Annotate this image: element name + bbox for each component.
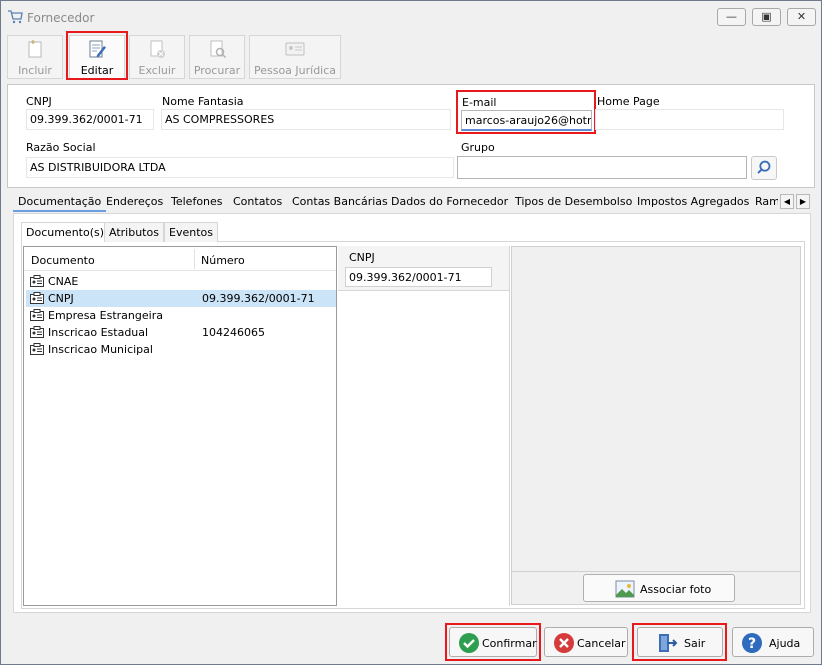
home-page-field[interactable] bbox=[595, 109, 784, 130]
procurar-button[interactable]: Procurar bbox=[189, 35, 245, 79]
title-bar: Fornecedor — ▣ ✕ bbox=[1, 1, 821, 33]
list-item[interactable]: CNPJ 09.399.362/0001-71 bbox=[26, 290, 336, 307]
tab-contatos[interactable]: Contatos bbox=[228, 192, 287, 212]
close-icon: ✕ bbox=[796, 10, 807, 23]
document-list-header: Documento Número bbox=[24, 247, 336, 271]
image-icon bbox=[615, 580, 635, 598]
search-icon bbox=[757, 160, 771, 174]
excluir-button[interactable]: Excluir bbox=[129, 35, 185, 79]
minimize-icon: — bbox=[726, 10, 737, 23]
tab-ram[interactable]: Ram bbox=[750, 192, 778, 212]
tab-impostos-agregados[interactable]: Impostos Agregados bbox=[632, 192, 754, 212]
sair-highlight bbox=[632, 623, 727, 661]
cancelar-button[interactable]: Cancelar bbox=[544, 627, 628, 657]
document-id-icon bbox=[30, 343, 44, 355]
cnpj-label: CNPJ bbox=[26, 95, 52, 108]
pessoa-juridica-button[interactable]: Pessoa Jurídica bbox=[249, 35, 341, 79]
document-list: Documento Número CNAE CNPJ 09.399.362/00… bbox=[23, 246, 337, 606]
cancel-icon bbox=[554, 633, 574, 653]
minimize-button[interactable]: — bbox=[717, 8, 746, 26]
associar-foto-button[interactable]: Associar foto bbox=[583, 574, 735, 602]
document-id-icon bbox=[30, 326, 44, 338]
document-detail-panel: CNPJ 09.399.362/0001-71 bbox=[338, 246, 510, 606]
ajuda-label: Ajuda bbox=[769, 637, 801, 650]
tab-tipos-desembolso[interactable]: Tipos de Desembolso bbox=[510, 192, 637, 212]
fornecedor-window: Fornecedor — ▣ ✕ Incluir Editar Excluir bbox=[0, 0, 822, 665]
cart-icon bbox=[8, 10, 23, 24]
cnpj-field[interactable]: 09.399.362/0001-71 bbox=[26, 109, 154, 130]
tab-scroll-left[interactable]: ◀ bbox=[780, 194, 794, 209]
ajuda-button[interactable]: ? Ajuda bbox=[732, 627, 814, 657]
search-document-icon bbox=[210, 40, 227, 59]
grupo-search-button[interactable] bbox=[751, 156, 777, 180]
subtab-documentos[interactable]: Documento(s) bbox=[21, 222, 110, 242]
tab-documentacao[interactable]: Documentação bbox=[13, 192, 107, 212]
help-icon: ? bbox=[742, 633, 762, 653]
nome-fantasia-label: Nome Fantasia bbox=[162, 95, 244, 108]
new-document-icon bbox=[28, 40, 42, 58]
close-button[interactable]: ✕ bbox=[787, 8, 816, 26]
document-id-icon bbox=[30, 292, 44, 304]
restore-button[interactable]: ▣ bbox=[752, 8, 781, 26]
delete-document-icon bbox=[150, 40, 165, 58]
associar-foto-label: Associar foto bbox=[640, 583, 712, 596]
email-highlight bbox=[456, 90, 596, 134]
excluir-label: Excluir bbox=[138, 64, 176, 77]
razao-social-field[interactable]: AS DISTRIBUIDORA LTDA bbox=[26, 157, 454, 178]
razao-social-label: Razão Social bbox=[26, 141, 96, 154]
list-item[interactable]: CNAE bbox=[26, 273, 336, 290]
col-documento[interactable]: Documento bbox=[31, 254, 95, 267]
tab-contas-bancarias[interactable]: Contas Bancárias bbox=[287, 192, 393, 212]
list-item[interactable]: Empresa Estrangeira bbox=[26, 307, 336, 324]
photo-area bbox=[511, 246, 801, 572]
grupo-field[interactable] bbox=[457, 156, 747, 179]
tab-telefones[interactable]: Telefones bbox=[166, 192, 228, 212]
cancelar-label: Cancelar bbox=[577, 637, 626, 650]
incluir-label: Incluir bbox=[18, 64, 52, 77]
detail-value-field[interactable]: 09.399.362/0001-71 bbox=[345, 267, 492, 287]
document-id-icon bbox=[30, 275, 44, 287]
subtab-atributos[interactable]: Atributos bbox=[104, 222, 164, 242]
arrow-left-icon: ◀ bbox=[783, 197, 791, 206]
tab-scroll-right[interactable]: ▶ bbox=[796, 194, 810, 209]
window-title: Fornecedor bbox=[27, 11, 95, 25]
svg-text:?: ? bbox=[748, 636, 756, 652]
grupo-label: Grupo bbox=[461, 141, 495, 154]
pessoa-juridica-label: Pessoa Jurídica bbox=[253, 64, 337, 77]
id-card-icon bbox=[285, 42, 305, 56]
subtab-eventos[interactable]: Eventos bbox=[164, 222, 218, 242]
nome-fantasia-field[interactable]: AS COMPRESSORES bbox=[161, 109, 451, 130]
tab-enderecos[interactable]: Endereços bbox=[101, 192, 168, 212]
column-separator bbox=[194, 249, 195, 269]
list-item[interactable]: Inscricao Municipal bbox=[26, 341, 336, 358]
home-page-label: Home Page bbox=[597, 95, 660, 108]
list-item[interactable]: Inscricao Estadual 104246065 bbox=[26, 324, 336, 341]
editar-highlight bbox=[66, 31, 128, 80]
col-numero[interactable]: Número bbox=[201, 254, 245, 267]
document-id-icon bbox=[30, 309, 44, 321]
restore-icon: ▣ bbox=[761, 10, 772, 23]
confirmar-highlight bbox=[445, 623, 541, 661]
procurar-label: Procurar bbox=[193, 64, 241, 77]
tab-dados-fornecedor[interactable]: Dados do Fornecedor bbox=[386, 192, 513, 212]
incluir-button[interactable]: Incluir bbox=[7, 35, 63, 79]
arrow-right-icon: ▶ bbox=[799, 197, 807, 206]
detail-label: CNPJ bbox=[349, 251, 375, 264]
